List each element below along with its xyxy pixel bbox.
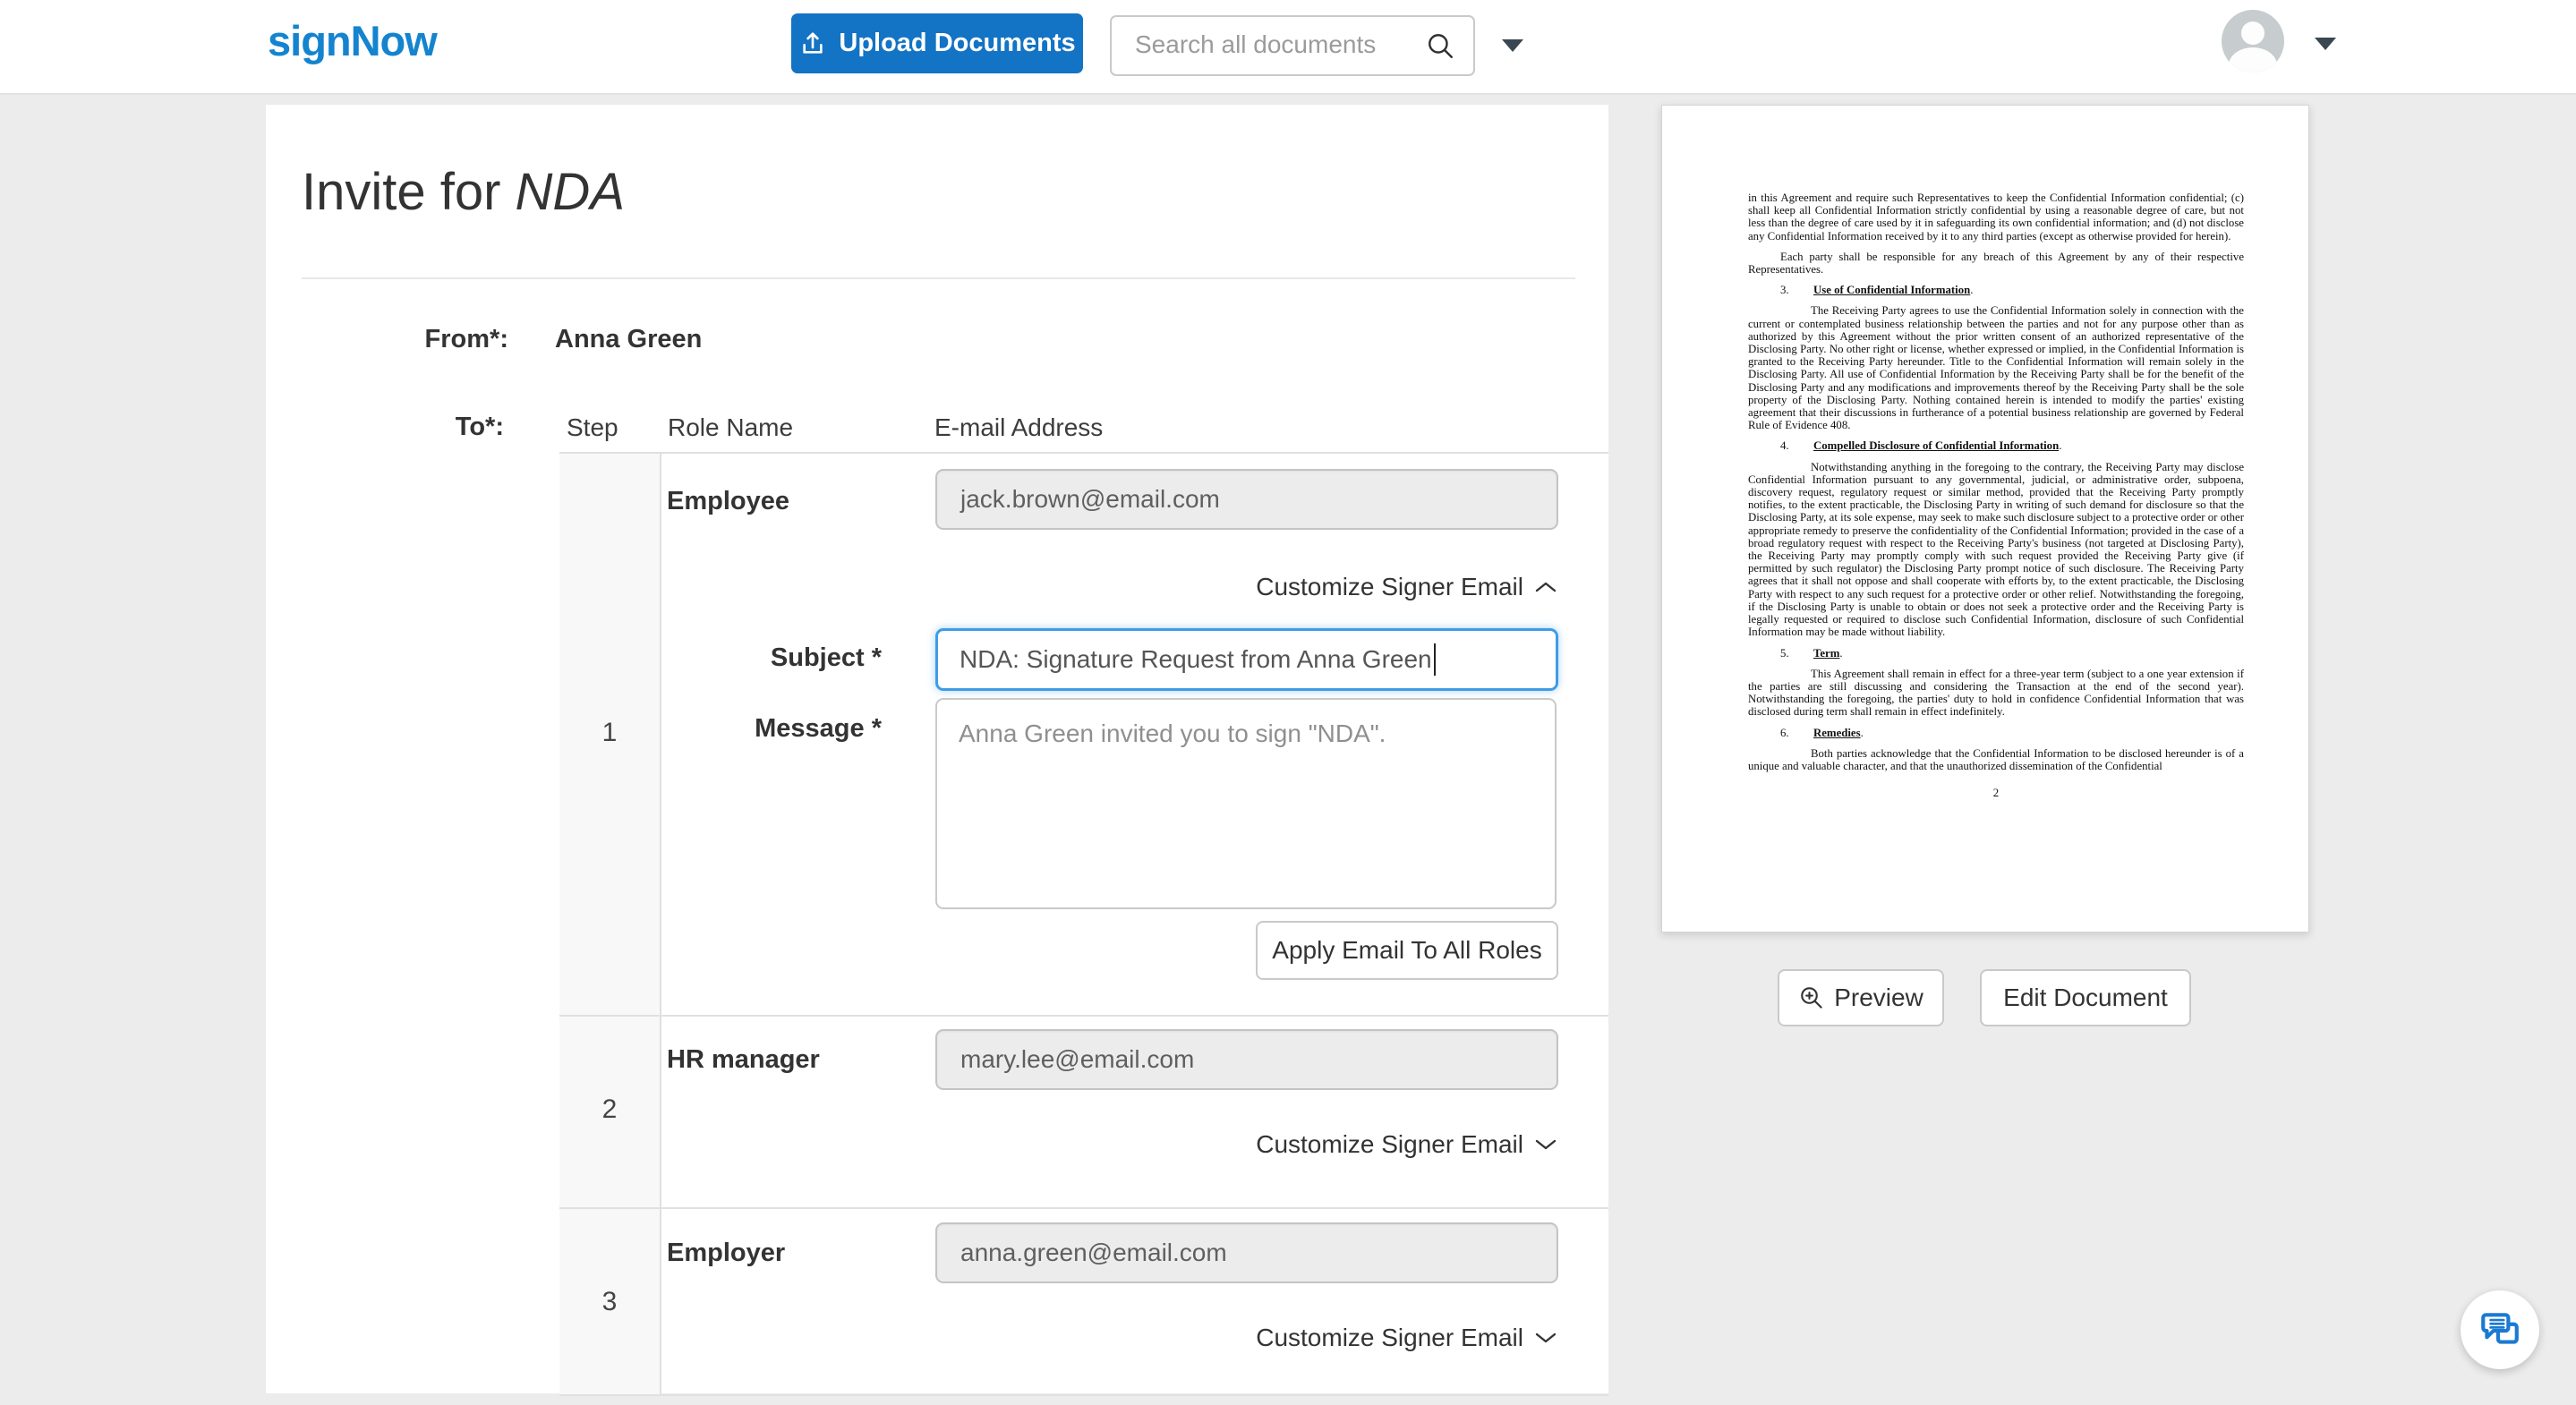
upload-icon: [798, 30, 827, 58]
account-menu-caret-icon[interactable]: [2315, 38, 2336, 50]
invite-card: Invite for NDA From*: Anna Green To*: St…: [266, 105, 1608, 1396]
from-value: Anna Green: [555, 325, 703, 353]
document-preview-page: in this Agreement and require such Repre…: [1661, 105, 2309, 932]
preview-button[interactable]: Preview: [1778, 969, 1944, 1026]
edit-document-button[interactable]: Edit Document: [1980, 969, 2191, 1026]
from-label: From*:: [424, 325, 508, 353]
to-label: To*:: [455, 413, 504, 441]
role-name: Employer: [667, 1239, 786, 1267]
upload-button-label: Upload Documents: [839, 29, 1076, 57]
support-chat-button[interactable]: [2461, 1290, 2539, 1369]
user-avatar[interactable]: [2222, 10, 2284, 72]
chevron-down-icon: [1534, 1137, 1557, 1152]
chevron-down-icon: [1534, 1331, 1557, 1345]
top-header: signNow Upload Documents: [0, 0, 2576, 95]
column-header-step: Step: [567, 413, 618, 441]
title-divider: [302, 277, 1575, 279]
search-input[interactable]: [1133, 17, 1405, 72]
search-icon[interactable]: [1425, 30, 1455, 65]
customize-signer-email-toggle[interactable]: Customize Signer Email: [1256, 573, 1557, 600]
preview-button-label: Preview: [1834, 984, 1923, 1011]
column-header-email: E-mail Address: [934, 413, 1104, 441]
step-number: 2: [601, 1094, 618, 1124]
search-box: [1110, 15, 1475, 76]
chevron-up-icon: [1534, 580, 1557, 594]
text-cursor: [1433, 643, 1436, 676]
message-textarea[interactable]: Anna Green invited you to sign "NDA".: [935, 698, 1557, 909]
signer-email-field[interactable]: jack.brown@email.com: [935, 469, 1558, 530]
customize-signer-email-toggle[interactable]: Customize Signer Email: [1256, 1324, 1557, 1351]
column-header-role: Role Name: [668, 413, 794, 441]
app-root: signNow Upload Documents Search all docu…: [0, 0, 2576, 1405]
customize-signer-email-toggle[interactable]: Customize Signer Email: [1256, 1130, 1557, 1158]
subject-input[interactable]: NDA: Signature Request from Anna Green: [935, 628, 1558, 691]
zoom-in-icon: [1798, 984, 1825, 1011]
role-name: Employee: [667, 487, 789, 515]
chat-icon: [2478, 1307, 2522, 1352]
upload-documents-button[interactable]: Upload Documents: [791, 13, 1083, 73]
app-logo[interactable]: signNow: [268, 16, 438, 65]
signer-email-field[interactable]: mary.lee@email.com: [935, 1029, 1558, 1090]
step-number: 3: [601, 1287, 618, 1316]
step-column: [559, 454, 661, 1394]
subject-label: Subject *: [770, 643, 882, 672]
page-number: 2: [1992, 787, 2000, 800]
document-text: in this Agreement and require such Repre…: [1748, 192, 2244, 800]
signer-email-field[interactable]: anna.green@email.com: [935, 1222, 1558, 1283]
apply-email-to-all-roles-button[interactable]: Apply Email To All Roles: [1256, 921, 1558, 980]
page-title: Invite for NDA: [302, 163, 626, 221]
message-label: Message *: [755, 714, 882, 743]
avatar-person-icon: [2241, 21, 2265, 45]
search-options-caret-icon[interactable]: [1502, 39, 1523, 52]
document-name: NDA: [515, 163, 626, 221]
role-name: HR manager: [667, 1045, 820, 1074]
